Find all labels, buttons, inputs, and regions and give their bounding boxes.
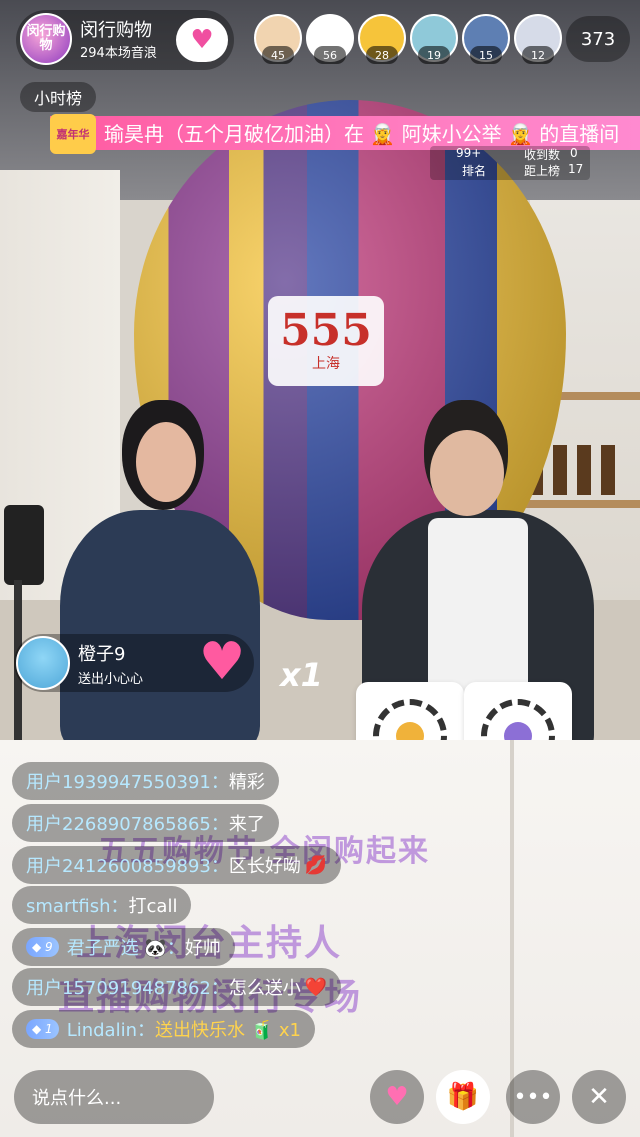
gift-sender-avatar[interactable] <box>16 636 70 690</box>
chat-user: 用户2412600859893： <box>26 856 229 877</box>
chat-message[interactable]: 用户2268907865865： 来了 <box>12 804 279 842</box>
rank-label: 排名 <box>462 164 487 178</box>
carnival-tag: 嘉年华 <box>50 114 96 154</box>
viewer-badge: 19 <box>418 46 450 64</box>
chat-user: 用户2268907865865： <box>26 814 229 835</box>
viewer-count[interactable]: 373 <box>566 16 630 62</box>
chat-user: Lindalin： <box>66 1020 155 1041</box>
close-icon: ✕ <box>588 1082 610 1112</box>
lips-emoji-icon: 💋 <box>304 854 328 876</box>
rank-overlay: 99+ 排名 收到数 0 距上榜 17 <box>430 146 590 180</box>
gift-icon: 🎁 <box>446 1082 480 1112</box>
received-value: 0 <box>570 146 578 160</box>
chat-text: 送出快乐水 🧃 x1 <box>155 1020 301 1041</box>
more-button[interactable]: ••• <box>506 1070 560 1124</box>
received-label: 收到数 <box>524 148 561 162</box>
chat-message[interactable]: 用户2412600859893： 区长好呦 💋 <box>12 846 342 884</box>
follow-button[interactable]: ♥ <box>176 18 228 62</box>
user-level: 9 <box>45 940 53 954</box>
gift-button[interactable]: 🎁 <box>436 1070 490 1124</box>
user-level: 1 <box>45 1022 53 1036</box>
user-level-badge: ◆ 9 <box>26 937 59 957</box>
chat-user: 用户1939947550391： <box>26 772 229 793</box>
hourly-rank-button[interactable]: 小时榜 <box>20 82 96 112</box>
phone-stand <box>4 505 44 585</box>
rank-badge: 99+ <box>456 146 482 160</box>
chat-message[interactable]: 用户1570919487862： 怎么送小 ❤️ <box>12 968 342 1006</box>
chat-text: 好帅 <box>184 938 221 959</box>
distance-label: 距上榜 <box>524 164 561 178</box>
chat-user: smartfish： <box>26 896 129 917</box>
heart-icon: ♥ <box>190 25 214 55</box>
host-name: 闵行购物 <box>80 20 152 41</box>
logo-number: 555 <box>280 305 372 356</box>
gift-sender-name: 橙子9 <box>78 644 126 665</box>
chat-text: 精彩 <box>228 772 265 793</box>
presenter-left <box>60 400 260 750</box>
like-button[interactable]: ♥ <box>370 1070 424 1124</box>
logo-city: 上海 <box>312 356 340 372</box>
chat-text: 区长好呦 <box>228 856 301 877</box>
comment-input[interactable]: 说点什么... <box>14 1070 214 1124</box>
shopping-festival-logo: 555 上海 <box>268 296 384 386</box>
chat-user: 君子严选 🐼： <box>66 938 185 959</box>
distance-value: 17 <box>568 162 584 176</box>
viewer-badge: 45 <box>262 46 294 64</box>
heart-emoji-icon: ❤️ <box>304 976 328 998</box>
viewer-badge: 28 <box>366 46 398 64</box>
viewer-badge: 15 <box>470 46 502 64</box>
chat-text: 来了 <box>228 814 265 835</box>
chat-message[interactable]: ◆ 9 君子严选 🐼： 好帅 <box>12 928 235 966</box>
viewer-badge: 56 <box>314 46 346 64</box>
chat-message[interactable]: ◆ 1 Lindalin： 送出快乐水 🧃 x1 <box>12 1010 315 1048</box>
viewer-badge: 12 <box>522 46 554 64</box>
banner-text: 瑜昊冉（五个月破亿加油）在 🧝 阿妹小公举 🧝 的直播间 <box>104 122 620 146</box>
user-level-badge: ◆ 1 <box>26 1019 59 1039</box>
host-avatar[interactable]: 闵行购物 <box>20 13 72 65</box>
gift-count: x1 <box>280 656 323 694</box>
more-icon: ••• <box>513 1084 553 1110</box>
chat-message[interactable]: smartfish： 打call <box>12 886 192 924</box>
chat-text: 怎么送小 <box>228 978 301 999</box>
heart-gift-icon: ♥ <box>198 632 246 692</box>
host-sound-wave: 294本场音浪 <box>80 46 157 61</box>
chat-message[interactable]: 用户1939947550391： 精彩 <box>12 762 279 800</box>
chat-user: 用户1570919487862： <box>26 978 229 999</box>
close-button[interactable]: ✕ <box>572 1070 626 1124</box>
chat-text: 打call <box>128 896 178 917</box>
heart-icon: ♥ <box>385 1082 409 1112</box>
gift-description: 送出小心心 <box>78 672 144 687</box>
